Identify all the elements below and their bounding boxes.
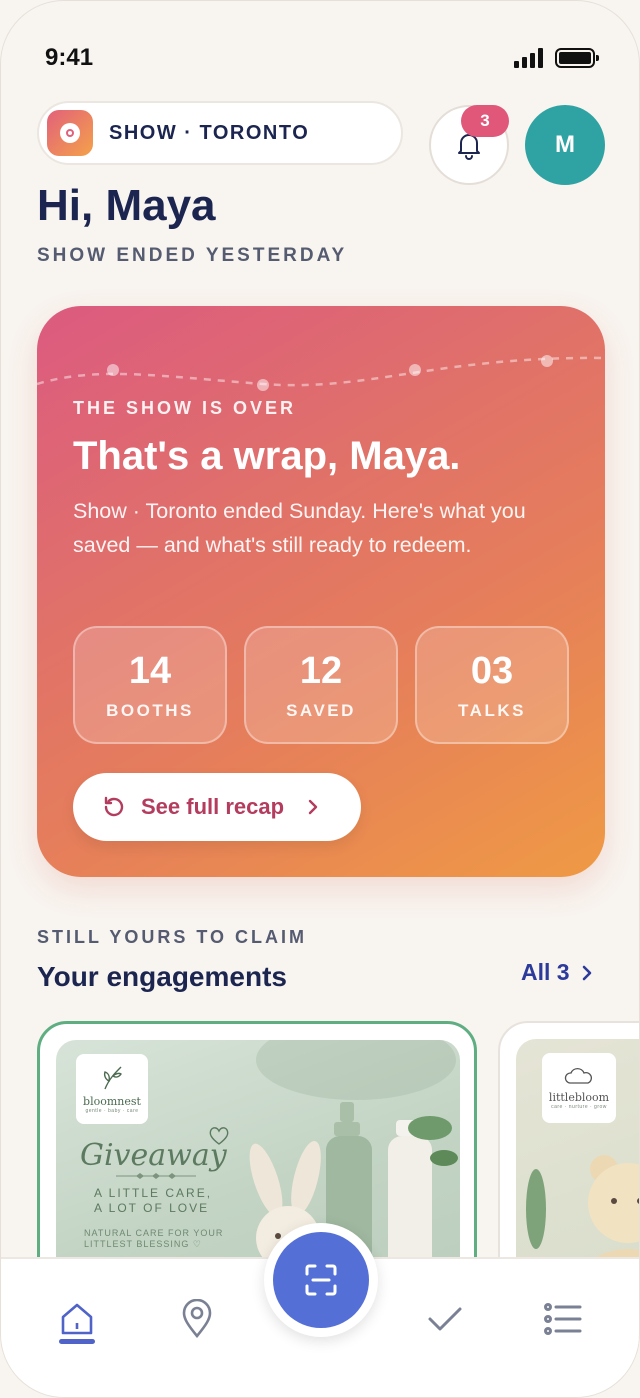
avatar[interactable]: M [525,105,605,185]
leaf-icon [103,1066,122,1089]
scan-button-inner [273,1232,369,1328]
scan-icon [305,1264,337,1296]
see-all-link[interactable]: All 3 [521,959,594,986]
nav-checklist[interactable] [415,1289,475,1349]
stat-booths[interactable]: 14 BOOTHS [73,626,227,744]
show-label: SHOW · TORONTO [109,121,310,144]
notification-badge: 3 [461,105,509,137]
stat-saved[interactable]: 12 SAVED [244,626,398,744]
hero-eyebrow: THE SHOW IS OVER [73,398,297,418]
giveaway-headline: Giveaway [80,1138,227,1173]
divider-decoration [116,1173,196,1179]
show-logo-icon [47,110,93,156]
see-full-recap-button[interactable]: See full recap [73,773,361,841]
map-pin-icon [182,1299,212,1339]
hero-title: That's a wrap, Maya. [73,434,461,478]
replay-icon [104,796,124,817]
stat-value: 03 [470,649,514,692]
check-icon [428,1307,462,1331]
stat-value: 14 [128,649,172,692]
giveaway-subtext-line: NATURAL CARE FOR YOUR [84,1228,224,1238]
show-over-card: THE SHOW IS OVER That's a wrap, Maya. Sh… [37,306,605,877]
nav-active-indicator [59,1339,95,1344]
stat-talks[interactable]: 03 TALKS [415,626,569,744]
greeting-subtitle: SHOW ENDED YESTERDAY [37,245,348,266]
home-icon [61,1303,93,1335]
stat-label: SAVED [286,700,356,720]
status-time: 9:41 [45,44,94,71]
section-eyebrow: STILL YOURS TO CLAIM [37,927,308,947]
chevron-right-icon [308,799,318,815]
giveaway-tagline-line: A LITTLE CARE, [94,1186,213,1200]
nav-map[interactable] [167,1289,227,1349]
stat-label: BOOTHS [106,700,194,720]
section-title: Your engagements [37,961,287,992]
decorative-wave [37,355,605,391]
phone-screen: 9:41 SHOW · TORONTO 3 M Hi, Maya SHOW EN… [0,0,640,1398]
giveaway-tagline-line: A LOT OF LOVE [94,1201,210,1215]
list-icon [544,1303,582,1335]
stat-value: 12 [299,649,343,692]
see-all-label: All 3 [521,959,570,985]
nav-list[interactable] [533,1289,593,1349]
battery-icon [555,48,599,68]
hero-body: Show · Toronto ended Sunday. Here's what… [73,499,526,557]
giveaway-tagline: A LITTLE CARE, A LOT OF LOVE [94,1186,212,1216]
brand-name: littlebloom [548,1090,610,1104]
stat-label: TALKS [458,700,526,720]
heart-icon [209,1127,229,1145]
signal-icon [514,48,543,68]
brand-logo: littlebloom care · nurture · grow [542,1053,616,1123]
giveaway-subtext-line: LITTLEST BLESSING ♡ [84,1239,202,1249]
giveaway-subtext: NATURAL CARE FOR YOUR LITTLEST BLESSING … [84,1228,223,1250]
status-bar: 9:41 [45,43,599,73]
stats-row: 14 BOOTHS 12 SAVED 03 TALKS [73,626,569,744]
brand-name: bloomnest [83,1094,141,1108]
brand-tagline: gentle · baby · care [85,1107,139,1114]
brand-logo: bloomnest gentle · baby · care [76,1054,148,1124]
show-selector[interactable]: SHOW · TORONTO [37,101,403,165]
greeting-title: Hi, Maya [37,181,216,230]
status-icons [514,48,599,68]
scan-button[interactable] [264,1223,378,1337]
chevron-right-icon [582,965,591,980]
recap-label: See full recap [141,794,285,819]
brand-tagline: care · nurture · grow [551,1103,607,1110]
cloud-icon [564,1067,592,1084]
